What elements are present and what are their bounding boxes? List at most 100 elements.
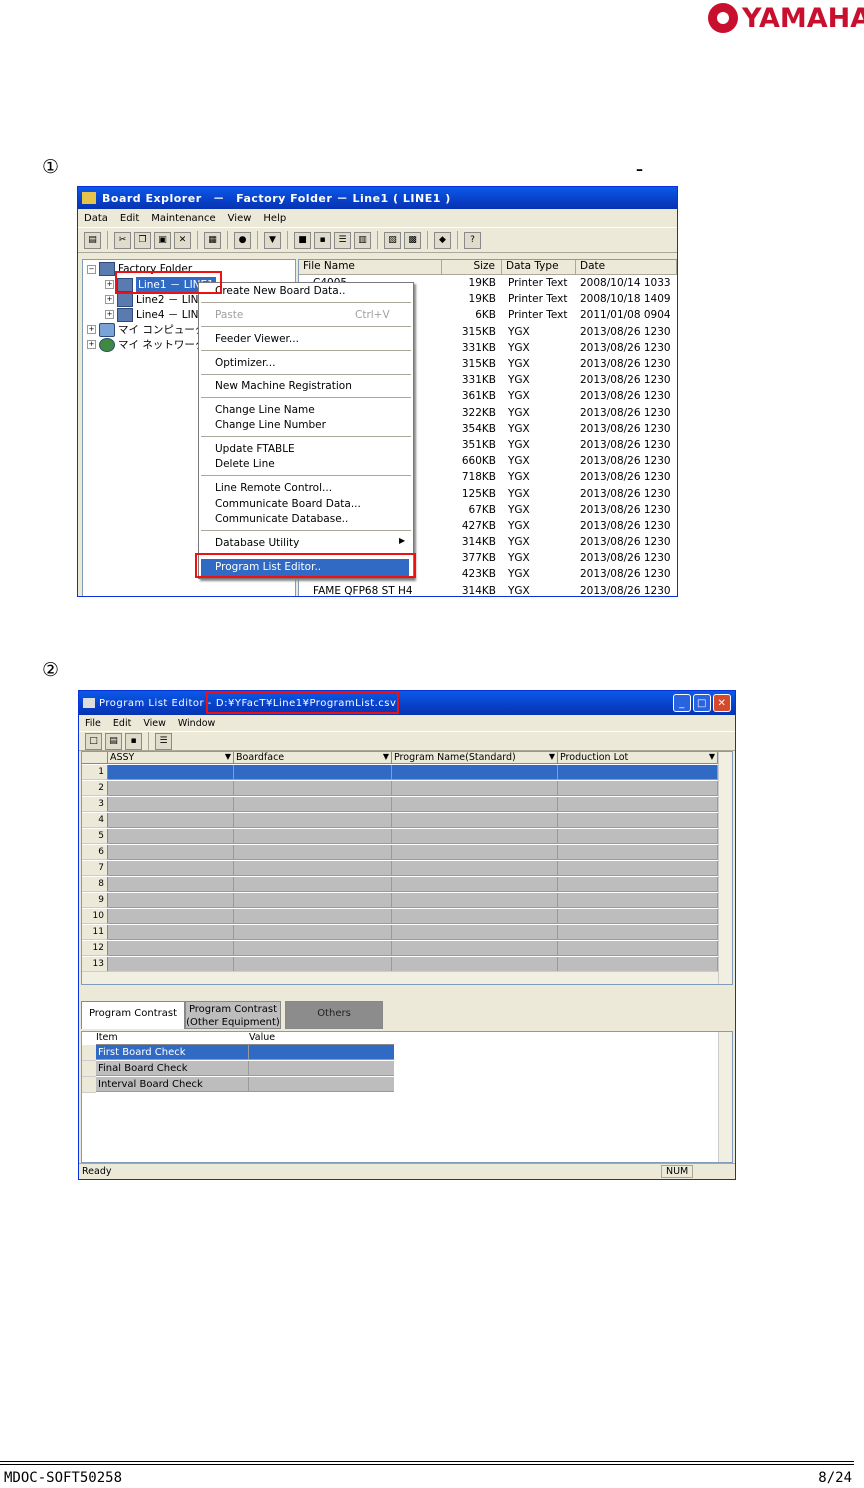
dropdown-icon[interactable]: ▼ (709, 752, 715, 761)
grid-cell[interactable] (392, 877, 558, 892)
grid-cell[interactable] (108, 813, 234, 828)
grid-cell[interactable] (108, 861, 234, 876)
minimize-icon[interactable]: _ (673, 694, 691, 712)
delete-icon[interactable]: ✕ (174, 231, 191, 249)
optimizer-icon[interactable]: ◆ (434, 231, 451, 249)
grid-scrollbar[interactable] (718, 752, 732, 984)
explorer-titlebar[interactable]: Board Explorer － Factory Folder － Line1 … (78, 187, 677, 209)
grid-cell[interactable] (234, 877, 392, 892)
grid-cell[interactable] (392, 765, 558, 780)
grid-cell[interactable] (108, 797, 234, 812)
col-size[interactable]: Size (442, 260, 502, 274)
grid-cell[interactable] (234, 765, 392, 780)
grid-row[interactable]: 8 (82, 877, 718, 893)
tree-my-network[interactable]: + マイ ネットワーク (87, 337, 205, 352)
prop-scrollbar[interactable] (718, 1032, 732, 1162)
table-icon[interactable]: ▩ (404, 231, 421, 249)
col-file-name[interactable]: File Name (299, 260, 442, 274)
editor-titlebar[interactable]: Program List Editor - D:¥YFacT¥Line1¥Pro… (79, 691, 735, 715)
grid-cell[interactable] (558, 765, 718, 780)
grid-cell[interactable] (558, 813, 718, 828)
copy-icon[interactable]: ❐ (134, 231, 151, 249)
expand-icon[interactable]: + (87, 340, 96, 349)
grid-cell[interactable] (108, 781, 234, 796)
cut-icon[interactable]: ✂ (114, 231, 131, 249)
expand-icon[interactable]: + (105, 295, 114, 304)
grid-cell[interactable] (392, 909, 558, 924)
grid-cell[interactable] (108, 941, 234, 956)
grid-row[interactable]: 9 (82, 893, 718, 909)
menu-change-line-name[interactable]: Change Line Name (215, 404, 315, 416)
menu-view[interactable]: View (143, 718, 166, 729)
prop-value[interactable] (249, 1061, 394, 1076)
expand-icon[interactable]: + (87, 325, 96, 334)
menu-communicate-database[interactable]: Communicate Database.. (215, 513, 348, 525)
grid-cell[interactable] (234, 909, 392, 924)
grid-row[interactable]: 1 (82, 765, 718, 781)
grid-cell[interactable] (234, 797, 392, 812)
collapse-icon[interactable]: − (87, 264, 96, 274)
grid-row[interactable]: 4 (82, 813, 718, 829)
grid-cell[interactable] (392, 797, 558, 812)
prop-row[interactable]: First Board Check (82, 1045, 394, 1061)
new-file-icon[interactable]: □ (85, 732, 102, 750)
menu-communicate-board-data[interactable]: Communicate Board Data... (215, 498, 361, 510)
maximize-icon[interactable]: □ (693, 694, 711, 712)
grid-row[interactable]: 7 (82, 861, 718, 877)
tree-line4[interactable]: + Line4 － LINE4 (105, 307, 212, 322)
grid-cell[interactable] (108, 957, 234, 972)
grid-cell[interactable] (558, 957, 718, 972)
grid-row[interactable]: 6 (82, 845, 718, 861)
menu-create-new-board[interactable]: Create New Board Data.. (215, 285, 345, 297)
col-date[interactable]: Date (576, 260, 677, 274)
grid-cell[interactable] (558, 861, 718, 876)
grid-cell[interactable] (392, 829, 558, 844)
menu-new-machine[interactable]: New Machine Registration (215, 380, 352, 392)
prop-row[interactable]: Final Board Check (82, 1061, 394, 1077)
grid-cell[interactable] (392, 861, 558, 876)
grid-cell[interactable] (392, 957, 558, 972)
expand-icon[interactable]: + (105, 310, 114, 319)
grid-row[interactable]: 3 (82, 797, 718, 813)
menu-data[interactable]: Data (84, 213, 108, 224)
grid-cell[interactable] (108, 893, 234, 908)
grid-row[interactable]: 12 (82, 941, 718, 957)
grid-cell[interactable] (234, 829, 392, 844)
col-production-lot[interactable]: Production Lot ▼ (558, 752, 718, 764)
save-icon[interactable]: ▪ (125, 732, 142, 750)
menu-window[interactable]: Window (178, 718, 215, 729)
menu-view[interactable]: View (228, 213, 252, 224)
menu-update-ftable[interactable]: Update FTABLE (215, 443, 295, 455)
grid-cell[interactable] (234, 941, 392, 956)
grid-cell[interactable] (234, 861, 392, 876)
grid-cell[interactable] (234, 957, 392, 972)
menu-optimizer[interactable]: Optimizer... (215, 357, 275, 369)
grid-cell[interactable] (392, 813, 558, 828)
menu-edit[interactable]: Edit (113, 718, 131, 729)
grid-cell[interactable] (108, 925, 234, 940)
properties-icon[interactable]: ▦ (204, 231, 221, 249)
grid-cell[interactable] (392, 941, 558, 956)
col-data-type[interactable]: Data Type (502, 260, 576, 274)
prop-value[interactable] (249, 1045, 394, 1060)
grid-cell[interactable] (558, 797, 718, 812)
menu-change-line-number[interactable]: Change Line Number (215, 419, 326, 431)
dropdown-icon[interactable]: ▼ (225, 752, 231, 761)
menu-delete-line[interactable]: Delete Line (215, 458, 275, 470)
grid-cell[interactable] (108, 845, 234, 860)
grid-cell[interactable] (558, 925, 718, 940)
open-icon[interactable]: ▤ (84, 231, 101, 249)
help-icon[interactable]: ? (464, 231, 481, 249)
tab-others[interactable]: Others (285, 1001, 383, 1029)
col-boardface[interactable]: Boardface ▼ (234, 752, 392, 764)
menu-file[interactable]: File (85, 718, 101, 729)
grid-cell[interactable] (558, 845, 718, 860)
menu-line-remote-control[interactable]: Line Remote Control... (215, 482, 332, 494)
grid-cell[interactable] (392, 893, 558, 908)
close-icon[interactable]: ✕ (713, 694, 731, 712)
board-icon[interactable]: ▧ (384, 231, 401, 249)
download-icon[interactable]: ▼ (264, 231, 281, 249)
small-icons-icon[interactable]: ▪ (314, 231, 331, 249)
col-assy[interactable]: ASSY ▼ (108, 752, 234, 764)
list-view-icon[interactable]: ☰ (334, 231, 351, 249)
